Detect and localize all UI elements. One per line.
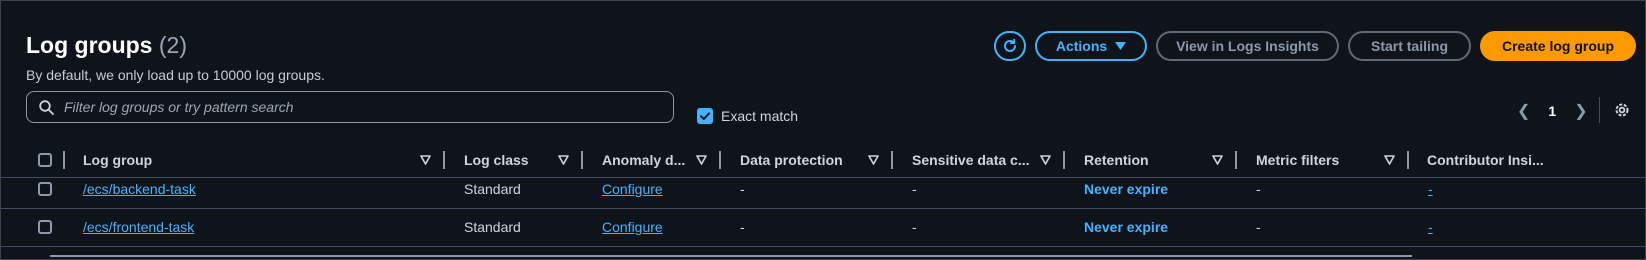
metric-filters-cell: - [1256, 219, 1261, 235]
sort-icon [696, 155, 707, 165]
page-description: By default, we only load up to 10000 log… [26, 67, 325, 83]
column-divider [891, 151, 893, 169]
sort-icon [1384, 155, 1395, 165]
gear-icon[interactable] [1613, 101, 1631, 124]
log-group-link[interactable]: /ecs/frontend-task [83, 208, 194, 246]
column-anomaly-detection-label: Anomaly d... [602, 152, 686, 168]
metric-filters-cell: - [1256, 181, 1261, 197]
row-checkbox-cell [38, 170, 52, 208]
column-log-group-label: Log group [83, 152, 153, 168]
horizontal-scrollbar[interactable] [50, 255, 1412, 257]
pagination-divider [1599, 97, 1600, 123]
retention-link[interactable]: Never expire [1084, 208, 1168, 246]
view-in-logs-insights-button[interactable]: View in Logs Insights [1156, 31, 1339, 61]
column-divider [581, 151, 583, 169]
column-log-class-label: Log class [464, 152, 529, 168]
search-box [26, 91, 674, 123]
sort-icon [558, 155, 569, 165]
column-data-protection-label: Data protection [740, 152, 843, 168]
refresh-icon [1004, 38, 1016, 52]
contributor-insights-link[interactable]: - [1428, 208, 1433, 246]
column-divider [443, 151, 445, 169]
current-page[interactable]: 1 [1548, 103, 1556, 119]
exact-match-option[interactable]: Exact match [697, 108, 798, 124]
table-row: /ecs/frontend-task Standard Configure - … [1, 208, 1646, 247]
column-sensitive-data-label: Sensitive data c... [912, 152, 1030, 168]
sensitive-data-cell: - [912, 219, 917, 235]
create-log-group-button[interactable]: Create log group [1480, 31, 1636, 61]
search-icon [39, 99, 54, 115]
contributor-insights-link[interactable]: - [1428, 170, 1433, 208]
column-divider [63, 151, 65, 169]
sensitive-data-cell: - [912, 181, 917, 197]
checkmark-icon [700, 112, 710, 120]
column-divider [1235, 151, 1237, 169]
sort-icon [1040, 155, 1051, 165]
actions-label: Actions [1055, 38, 1108, 54]
column-metric-filters-label: Metric filters [1256, 152, 1340, 168]
exact-match-checkbox[interactable] [697, 108, 713, 124]
exact-match-label: Exact match [721, 108, 799, 124]
configure-anomaly-link[interactable]: Configure [602, 208, 663, 246]
table-row: /ecs/backend-task Standard Configure - -… [1, 170, 1646, 209]
log-group-link[interactable]: /ecs/backend-task [83, 170, 196, 208]
page-title-text: Log groups [26, 32, 153, 58]
data-protection-cell: - [740, 219, 745, 235]
actions-button[interactable]: Actions [1035, 31, 1147, 61]
pagination: ❮ 1 ❯ [1517, 101, 1588, 121]
row-checkbox[interactable] [38, 182, 52, 196]
create-log-group-label: Create log group [1501, 38, 1614, 54]
row-checkbox-cell [38, 208, 52, 246]
start-tailing-button[interactable]: Start tailing [1348, 31, 1471, 61]
log-group-count: (2) [158, 32, 187, 58]
search-input[interactable] [62, 98, 646, 116]
start-tailing-label: Start tailing [1370, 38, 1448, 54]
configure-anomaly-link[interactable]: Configure [602, 170, 663, 208]
log-class-cell: Standard [464, 181, 521, 197]
retention-link[interactable]: Never expire [1084, 170, 1168, 208]
chevron-left-icon[interactable]: ❮ [1517, 101, 1530, 121]
chevron-right-icon[interactable]: ❯ [1574, 101, 1587, 121]
column-retention-label: Retention [1084, 152, 1149, 168]
sort-icon [1212, 155, 1223, 165]
column-divider [719, 151, 721, 169]
row-checkbox[interactable] [38, 220, 52, 234]
refresh-button[interactable] [994, 31, 1026, 61]
column-contributor-insights-label: Contributor Insi... [1427, 152, 1544, 168]
sort-icon [868, 155, 879, 165]
select-all-checkbox[interactable] [38, 153, 52, 167]
sort-icon [420, 155, 431, 165]
page-title: Log groups (2) [26, 32, 187, 59]
view-in-logs-insights-label: View in Logs Insights [1176, 38, 1319, 54]
column-divider [1063, 151, 1065, 169]
log-groups-panel: Log groups (2) By default, we only load … [0, 0, 1646, 260]
column-divider [1407, 151, 1409, 169]
log-class-cell: Standard [464, 219, 521, 235]
data-protection-cell: - [740, 181, 745, 197]
caret-down-icon [1115, 42, 1127, 50]
